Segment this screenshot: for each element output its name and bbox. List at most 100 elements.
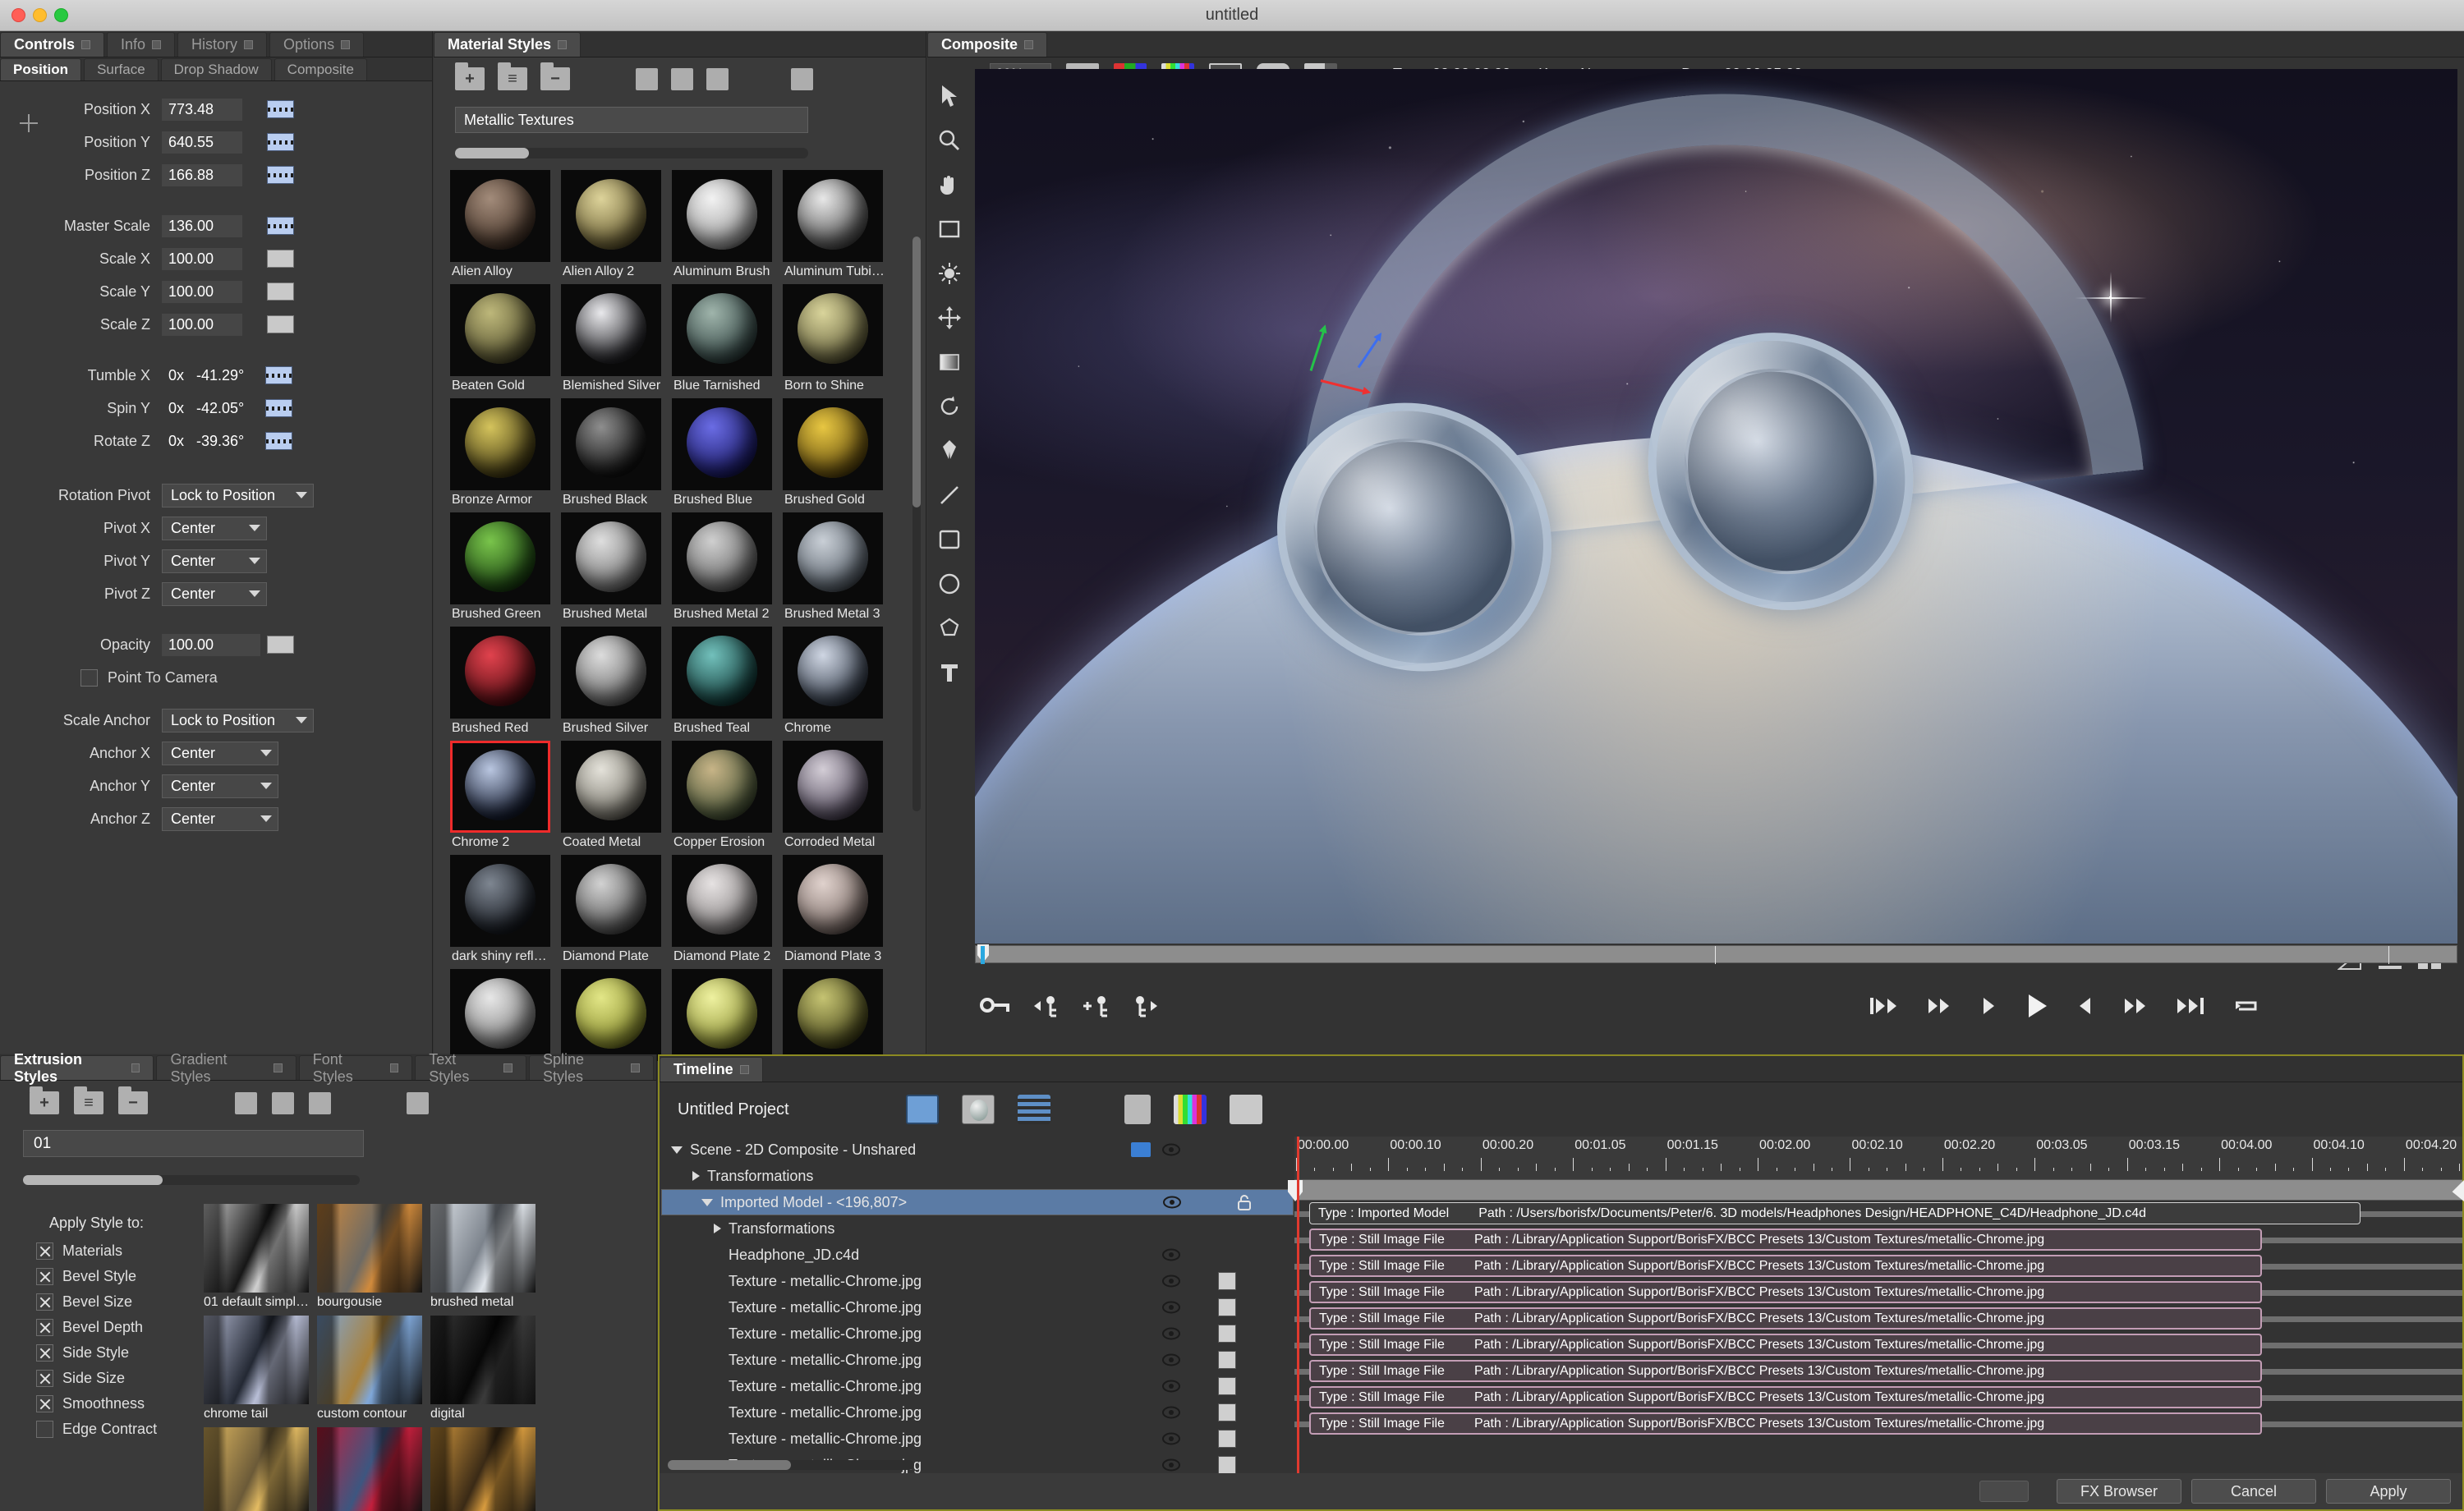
tab-extrusion-styles[interactable]: Extrusion Styles xyxy=(0,1051,154,1085)
material-thumbnail[interactable] xyxy=(561,398,661,490)
material-cell[interactable]: Chrome 2 xyxy=(450,741,557,850)
duplicate-style-icon[interactable] xyxy=(671,67,693,90)
tab-composite[interactable]: Composite xyxy=(927,32,1048,57)
tab-menu-icon[interactable] xyxy=(152,40,162,49)
checkbox-bevel-style[interactable] xyxy=(36,1268,53,1285)
material-cell[interactable]: Diamond Plate xyxy=(561,855,668,964)
fast-forward-icon[interactable] xyxy=(2122,995,2149,1017)
visibility-eye-icon[interactable] xyxy=(1162,1301,1180,1314)
param-row-scale-x[interactable]: Scale X 100.00 xyxy=(0,242,432,275)
line-tool[interactable] xyxy=(927,473,972,517)
material-thumbnail[interactable] xyxy=(672,969,772,1061)
tab-menu-icon[interactable] xyxy=(1024,40,1034,49)
material-grid[interactable]: Alien Alloy Alien Alloy 2 Aluminum Brush Al… xyxy=(450,170,894,1083)
param-row-rotation-pivot[interactable]: Rotation Pivot Lock to Position xyxy=(0,479,432,512)
gizmo-y-axis[interactable] xyxy=(1309,323,1330,371)
prev-key-icon[interactable] xyxy=(1032,994,1060,1018)
checkbox-bevel-size[interactable] xyxy=(36,1293,53,1311)
extrusion-cell[interactable]: chrome tail xyxy=(204,1316,315,1421)
text-tool[interactable] xyxy=(927,650,972,695)
add-key-icon[interactable] xyxy=(1082,994,1111,1018)
gizmo-z-axis[interactable] xyxy=(1357,329,1385,368)
extrusion-thumbnail[interactable] xyxy=(317,1204,422,1293)
keyframe-chip-icon[interactable] xyxy=(1218,1377,1236,1395)
checkbox-smoothness[interactable] xyxy=(36,1395,53,1412)
step-back-icon[interactable] xyxy=(1979,995,1997,1017)
select-anchor-x[interactable]: Center xyxy=(162,741,278,765)
tab-material-styles[interactable]: Material Styles xyxy=(434,32,582,57)
timeline-clip-bar[interactable]: Type : Still Image File Path : /Library/A… xyxy=(1309,1412,2262,1435)
apply-option-row[interactable]: Edge Contract xyxy=(36,1417,209,1442)
keyframe-opacity-icon[interactable] xyxy=(267,636,294,654)
remove-style-icon[interactable] xyxy=(309,1091,331,1114)
value-scale-z[interactable]: 100.00 xyxy=(162,313,242,336)
param-row-point-to-camera[interactable]: Point To Camera xyxy=(0,661,432,694)
param-row-anchor-z[interactable]: Anchor Z Center xyxy=(0,802,432,835)
extrusion-thumbnail[interactable] xyxy=(430,1316,536,1404)
material-cell[interactable]: Brushed Silver xyxy=(561,627,668,736)
visibility-eye-icon[interactable] xyxy=(1162,1432,1180,1445)
material-thumbnail[interactable] xyxy=(450,398,550,490)
material-cell[interactable]: Coated Metal xyxy=(561,741,668,850)
open-folder-icon[interactable]: ≡ xyxy=(74,1086,103,1114)
timeline-clip-bar[interactable]: Type : Still Image File Path : /Library/A… xyxy=(1309,1281,2262,1303)
material-cell[interactable]: Aluminum Brush xyxy=(672,170,779,279)
material-thumbnail[interactable] xyxy=(672,855,772,947)
select-arrow-tool[interactable] xyxy=(927,74,972,118)
add-style-icon[interactable] xyxy=(235,1091,257,1114)
material-thumbnail[interactable] xyxy=(450,512,550,604)
param-row-opacity[interactable]: Opacity 100.00 xyxy=(0,628,432,661)
key-icon[interactable] xyxy=(980,994,1011,1017)
keyframe-scale-x-icon[interactable] xyxy=(267,250,294,268)
material-cell[interactable]: Blemished Silver xyxy=(561,284,668,393)
material-thumbnail[interactable] xyxy=(672,627,772,719)
select-pivot-x[interactable]: Center xyxy=(162,516,267,540)
keyframe-scale-y-icon[interactable] xyxy=(267,282,294,301)
timeline-tree-row[interactable]: Scene - 2D Composite - Unshared xyxy=(661,1137,1294,1163)
select-anchor-z[interactable]: Center xyxy=(162,806,278,831)
material-thumbnail[interactable] xyxy=(561,855,661,947)
material-category-select[interactable]: Metallic Textures xyxy=(455,107,808,133)
keyframe-position-x-icon[interactable] xyxy=(267,100,294,118)
material-grid-scrollbar[interactable] xyxy=(913,237,921,811)
material-thumbnail[interactable] xyxy=(672,512,772,604)
options-icon[interactable] xyxy=(791,67,813,90)
apply-option-row[interactable]: Bevel Style xyxy=(36,1264,209,1289)
tab-menu-icon[interactable] xyxy=(274,1063,283,1072)
chevron-down-icon[interactable] xyxy=(701,1198,713,1206)
extrusion-style-name-input[interactable]: 01 xyxy=(23,1130,364,1157)
material-cell[interactable]: dark shiny refle… xyxy=(450,855,557,964)
magnifier-tool[interactable] xyxy=(927,118,972,163)
tab-menu-icon[interactable] xyxy=(558,40,568,49)
keyframe-scale-z-icon[interactable] xyxy=(267,315,294,333)
checkbox-side-style[interactable] xyxy=(36,1344,53,1362)
gradient-tool[interactable] xyxy=(927,340,972,384)
lock-icon[interactable] xyxy=(1237,1194,1252,1210)
param-row-tumble-x[interactable]: Tumble X 0x -41.29° xyxy=(0,359,432,392)
value-master-scale[interactable]: 136.00 xyxy=(162,214,242,237)
param-row-pivot-x[interactable]: Pivot X Center xyxy=(0,512,432,544)
material-cell[interactable]: Alien Alloy 2 xyxy=(561,170,668,279)
tab-menu-icon[interactable] xyxy=(131,1063,140,1072)
select-pivot-y[interactable]: Center xyxy=(162,549,267,573)
keyframe-chip-icon[interactable] xyxy=(1218,1298,1236,1316)
cancel-button[interactable]: Cancel xyxy=(2191,1479,2316,1504)
timeline-clip-bar[interactable]: Type : Still Image File Path : /Library/A… xyxy=(1309,1255,2262,1277)
material-cell[interactable]: Blue Tarnished xyxy=(672,284,779,393)
visibility-eye-icon[interactable] xyxy=(1162,1248,1180,1261)
visibility-eye-icon[interactable] xyxy=(1162,1274,1180,1288)
new-folder-icon[interactable]: + xyxy=(30,1086,59,1114)
tab-spline-styles[interactable]: Spline Styles xyxy=(528,1051,654,1085)
material-cell[interactable]: Copper Erosion xyxy=(672,741,779,850)
timeline-clip-bar[interactable]: Type : Imported Model Path : /Users/boris… xyxy=(1309,1202,2361,1224)
material-cell[interactable]: Brushed Metal 2 xyxy=(672,512,779,622)
rect-select-tool[interactable] xyxy=(927,207,972,251)
material-cell[interactable]: Brushed Blue xyxy=(672,398,779,507)
checkbox-materials[interactable] xyxy=(36,1242,53,1260)
material-thumbnail[interactable] xyxy=(783,284,883,376)
select-scale-anchor[interactable]: Lock to Position xyxy=(162,708,314,733)
visibility-eye-icon[interactable] xyxy=(1162,1406,1180,1419)
material-thumbnail[interactable] xyxy=(672,741,772,833)
folder-icon[interactable] xyxy=(1230,1095,1262,1124)
transform-gizmo[interactable] xyxy=(1306,319,1396,397)
